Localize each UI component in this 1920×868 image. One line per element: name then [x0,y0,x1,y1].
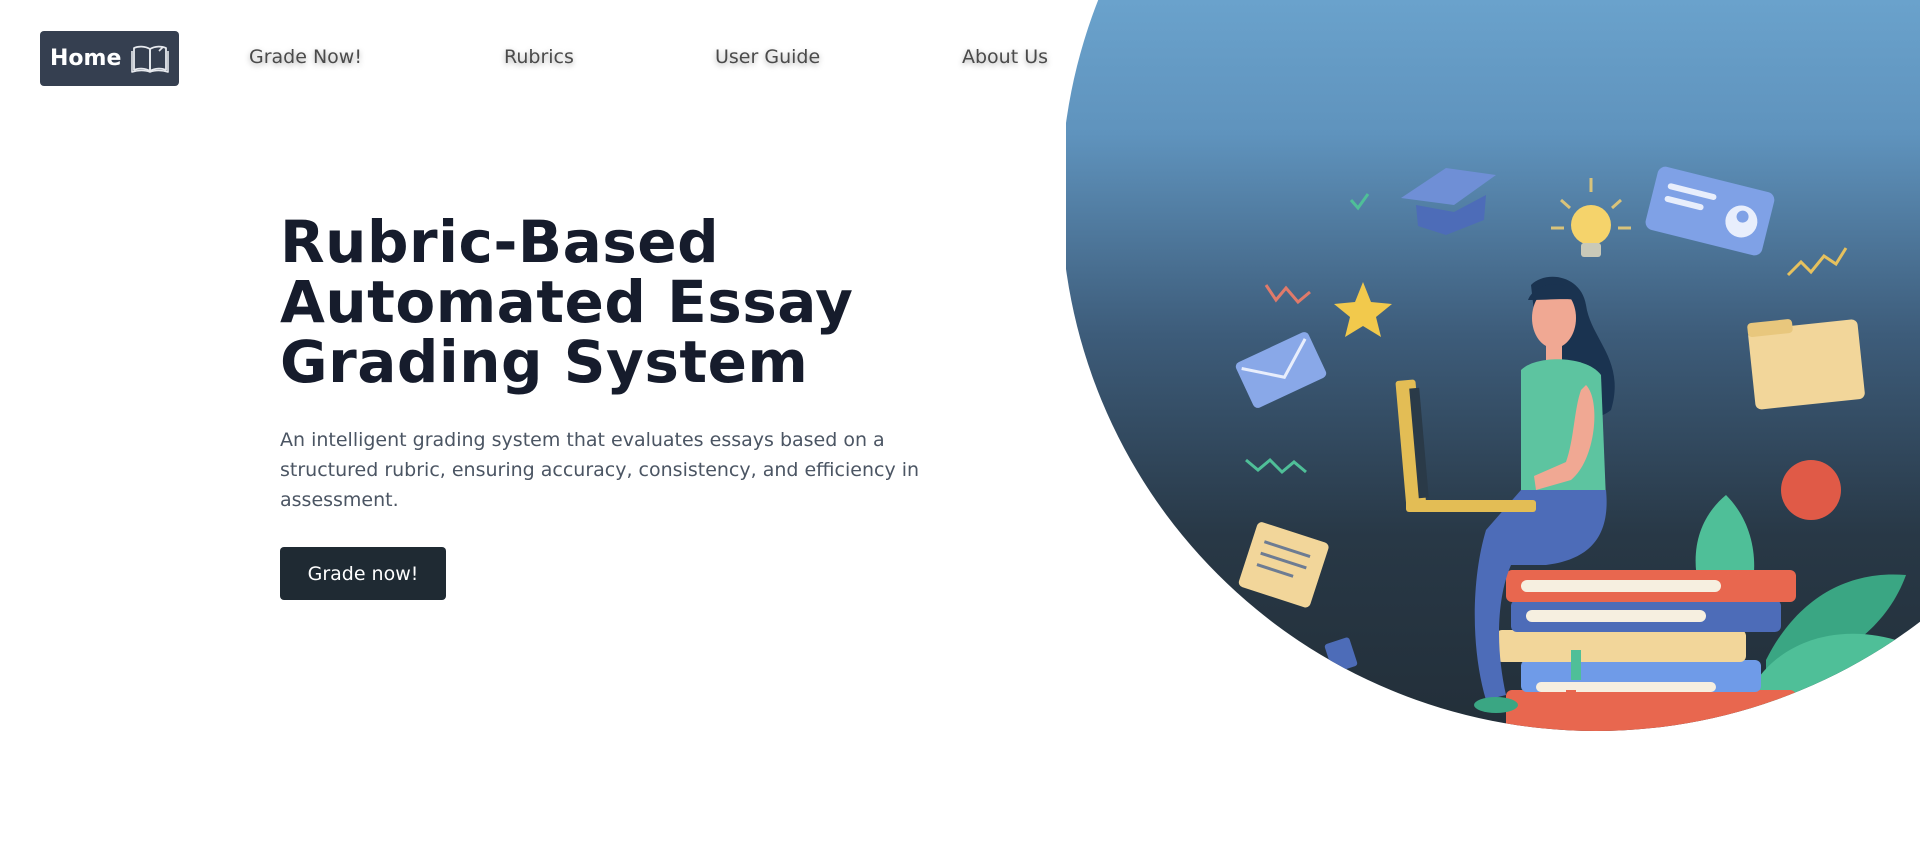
grade-now-button[interactable]: Grade now! [280,547,446,600]
nav-link-rubrics[interactable]: Rubrics [504,46,574,68]
folder-icon [1747,319,1865,410]
nav-link-grade-now[interactable]: Grade Now! [249,46,362,68]
hero-title: Rubric-Based Automated Essay Grading Sys… [280,212,900,392]
home-button-label: Home [50,45,122,71]
hero-description: An intelligent grading system that evalu… [280,429,920,511]
top-navbar: Home [40,30,180,86]
hero-illustration [1066,0,1920,745]
home-button[interactable]: Home [40,30,180,86]
landing-page: Home Grade Now! Rubrics User Guide About… [0,0,1920,868]
nav-link-user-guide[interactable]: User Guide [715,46,820,68]
apple-icon [1781,460,1841,520]
open-book-icon [131,43,170,73]
nav-link-about-us[interactable]: About Us [962,46,1048,68]
hero-title-line: Automated Essay [280,268,854,336]
hero-title-line: Grading System [280,328,809,396]
hero-title-line: Rubric-Based [280,208,720,276]
